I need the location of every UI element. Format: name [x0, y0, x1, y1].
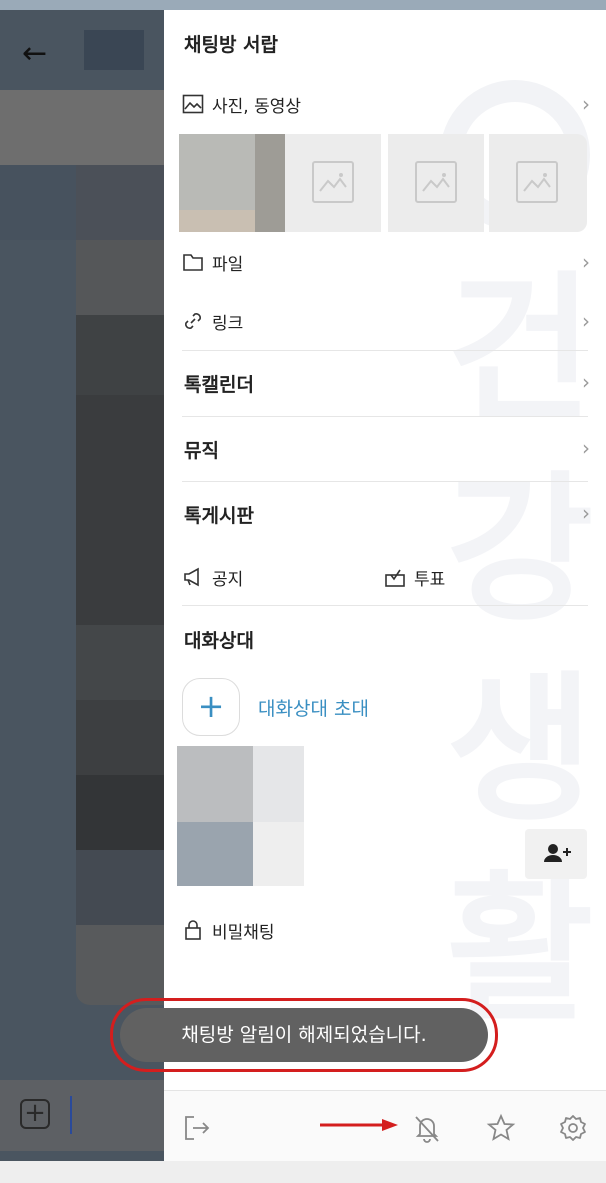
calendar-row[interactable]: 톡캘린더 › — [164, 358, 606, 408]
toast-message: 채팅방 알림이 해제되었습니다. — [120, 1008, 488, 1062]
chat-drawer: 건 강 생 활 채팅방 서랍 사진, 동영상 › 파일 › 링크 › 톡캘린더 … — [164, 10, 606, 1161]
link-icon — [182, 310, 204, 332]
divider — [182, 481, 588, 482]
notice-button[interactable]: 공지 — [164, 553, 364, 599]
photo-thumbnail[interactable] — [179, 134, 285, 232]
board-label: 톡게시판 — [184, 505, 254, 527]
secret-chat-label: 비밀채팅 — [212, 923, 275, 943]
chevron-right-icon: › — [582, 370, 590, 394]
lock-icon — [182, 919, 204, 941]
vote-label: 투표 — [414, 570, 446, 590]
chevron-right-icon: › — [582, 501, 590, 525]
drawer-title: 채팅방 서랍 — [184, 34, 279, 56]
add-friend-button[interactable] — [525, 829, 587, 879]
photo-thumbnail[interactable] — [285, 134, 381, 232]
folder-icon — [182, 251, 204, 273]
media-thumbnails — [179, 134, 587, 232]
photo-thumbnail[interactable] — [388, 134, 484, 232]
members-header: 대화상대 — [164, 614, 606, 664]
link-row[interactable]: 링크 › — [164, 297, 606, 343]
settings-icon[interactable] — [558, 1113, 588, 1143]
chevron-right-icon: › — [582, 436, 590, 460]
bottom-strip — [0, 1161, 606, 1183]
image-icon — [182, 93, 204, 115]
secret-chat-row[interactable]: 비밀채팅 — [164, 906, 606, 952]
media-label: 사진, 동영상 — [212, 97, 302, 117]
file-row[interactable]: 파일 › — [164, 238, 606, 284]
bell-off-icon[interactable] — [412, 1113, 442, 1143]
top-status-strip — [0, 0, 606, 10]
add-person-icon — [544, 844, 571, 862]
file-label: 파일 — [212, 255, 244, 275]
invite-label[interactable]: 대화상대 초대 — [258, 694, 369, 721]
vote-box-icon — [384, 566, 406, 588]
back-arrow-icon[interactable]: ← — [22, 36, 62, 72]
chat-background: ← — [0, 10, 164, 1161]
invite-plus-button[interactable]: + — [182, 678, 240, 736]
divider — [182, 605, 588, 606]
vote-button[interactable]: 투표 — [366, 553, 566, 599]
notice-label: 공지 — [212, 570, 244, 590]
divider — [182, 416, 588, 417]
chevron-right-icon: › — [582, 309, 590, 333]
exit-icon[interactable] — [182, 1113, 212, 1143]
music-row[interactable]: 뮤직 › — [164, 424, 606, 474]
plus-icon[interactable]: + — [20, 1099, 50, 1129]
star-icon[interactable] — [486, 1113, 516, 1143]
calendar-label: 톡캘린더 — [184, 374, 254, 396]
red-arrow-annotation — [320, 1119, 398, 1131]
link-label: 링크 — [212, 314, 244, 334]
members-title: 대화상대 — [184, 630, 254, 652]
music-label: 뮤직 — [184, 440, 219, 462]
member-avatar[interactable] — [177, 746, 304, 886]
chevron-right-icon: › — [582, 250, 590, 274]
text-caret — [70, 1096, 72, 1134]
divider — [182, 350, 588, 351]
media-row[interactable]: 사진, 동영상 › — [164, 80, 606, 126]
board-row[interactable]: 톡게시판 › — [164, 489, 606, 539]
megaphone-icon — [182, 566, 204, 588]
chevron-right-icon: › — [582, 92, 590, 116]
photo-thumbnail[interactable] — [489, 134, 587, 232]
